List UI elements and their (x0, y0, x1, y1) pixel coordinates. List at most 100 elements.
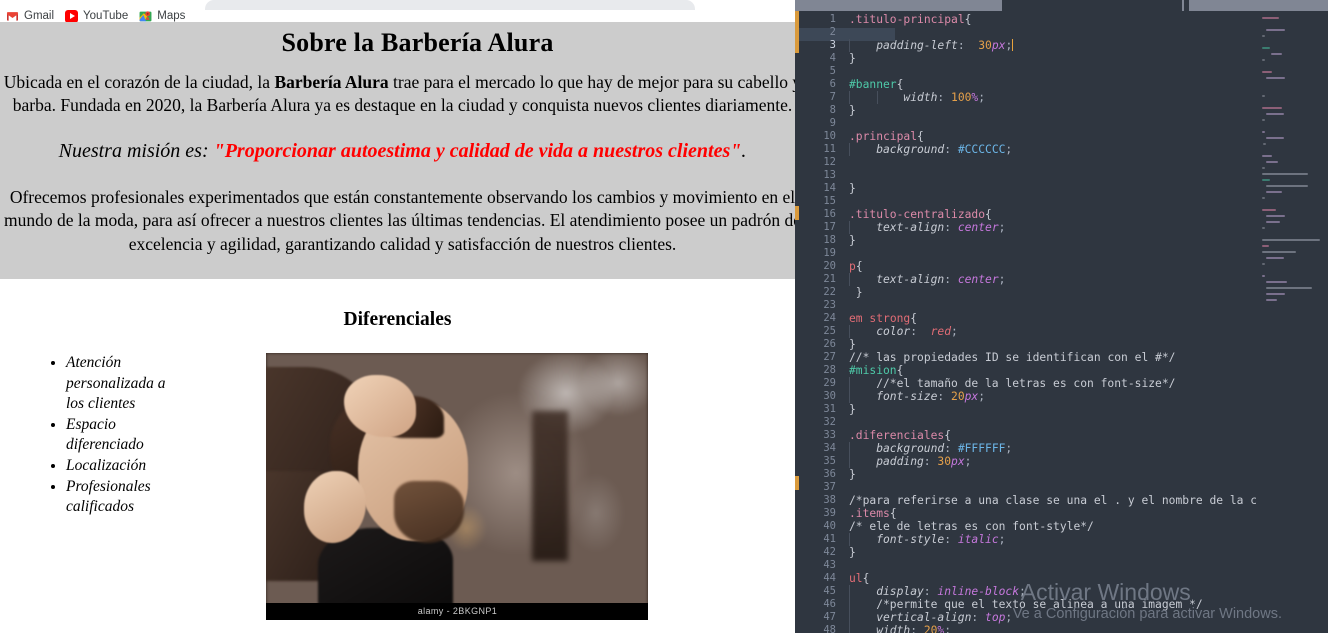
line-number: 21 (823, 273, 836, 285)
code-line[interactable]: vertical-align: top; (845, 611, 1012, 624)
list-item: Profesionales calificados (66, 477, 177, 518)
code-line[interactable]: background: #CCCCCC; (845, 143, 1012, 156)
code-line[interactable] (845, 156, 849, 169)
code-line[interactable]: } (845, 286, 863, 299)
diferenciales-list: Atención personalizada a los clientes Es… (30, 353, 177, 518)
bookmarks-bar[interactable]: Gmail YouTube Maps (0, 9, 795, 23)
line-number: 12 (823, 156, 836, 168)
indent-guide (849, 624, 850, 633)
minimap-line (1262, 227, 1265, 229)
minimap-line (1263, 143, 1267, 145)
code-line[interactable] (845, 26, 849, 39)
code-line[interactable] (845, 299, 849, 312)
bookmark-youtube[interactable]: YouTube (63, 9, 137, 23)
paragraph-mision: Nuestra misión es: "Proporcionar autoest… (0, 138, 795, 165)
code-line[interactable]: //* las propiedades ID se identifican co… (845, 351, 1175, 364)
code-line[interactable]: padding: 30px; (845, 455, 971, 468)
code-line[interactable]: .titulo-centralizado{ (845, 208, 992, 221)
code-line[interactable] (845, 559, 849, 572)
code-line[interactable]: //*el tamaño de la letras es con font-si… (845, 377, 1175, 390)
about-text-lead: Ubicada en el corazón de la ciudad, la (3, 72, 275, 92)
line-number: 13 (823, 169, 836, 181)
minimap-line (1266, 161, 1278, 163)
code-line[interactable]: } (845, 403, 856, 416)
code-line[interactable]: display: inline-block; (845, 585, 1026, 598)
browser-active-tab[interactable] (205, 0, 695, 10)
minimap-line (1270, 53, 1283, 55)
line-number: 46 (823, 598, 836, 610)
section-principal: Sobre la Barbería Alura Ubicada en el co… (0, 22, 795, 279)
bookmark-gmail[interactable]: Gmail (4, 10, 63, 23)
code-line[interactable] (845, 195, 849, 208)
line-number: 47 (823, 611, 836, 623)
code-line[interactable]: em strong{ (845, 312, 917, 325)
minimap-line (1266, 29, 1286, 31)
indent-guide (849, 39, 850, 52)
code-editor-window: 1 2 3 4 5 6 7 8 9 10 11 12 13 14 15 16 17 18 19 20 21 22 23 24 2… (795, 0, 1328, 633)
line-number: 40 (823, 520, 836, 532)
code-line[interactable]: } (845, 234, 856, 247)
editor-minimap[interactable] (1256, 11, 1328, 633)
code-line[interactable]: ul{ (845, 572, 869, 585)
indent-guide (849, 533, 850, 546)
minimap-line (1266, 185, 1309, 187)
minimap-line (1262, 119, 1265, 121)
code-line[interactable]: background: #FFFFFF; (845, 442, 1012, 455)
gmail-icon (6, 10, 19, 23)
maps-icon (139, 10, 152, 23)
code-line[interactable] (845, 481, 849, 494)
code-line[interactable]: p{ (845, 260, 863, 273)
code-line[interactable]: .titulo-principal{ (845, 13, 971, 26)
code-line[interactable]: #banner{ (845, 78, 903, 91)
line-number: 9 (829, 117, 836, 129)
code-line[interactable]: color: red; (845, 325, 958, 338)
bookmark-label: YouTube (83, 10, 129, 22)
code-line[interactable]: } (845, 468, 856, 481)
code-line[interactable]: text-align: center; (845, 221, 1005, 234)
line-number: 3 (829, 39, 836, 51)
code-line[interactable]: } (845, 338, 856, 351)
code-line[interactable]: /* ele de letras es con font-style*/ (845, 520, 1094, 533)
code-line[interactable] (845, 117, 849, 130)
indent-guide (849, 442, 850, 455)
code-line[interactable]: /*para referirse a una clase se una el .… (845, 494, 1298, 507)
code-line[interactable]: } (845, 182, 856, 195)
line-number: 23 (823, 299, 836, 311)
code-line[interactable]: } (845, 546, 856, 559)
code-line[interactable]: font-size: 20px; (845, 390, 985, 403)
code-line[interactable]: text-align: center; (845, 273, 1005, 286)
page-title: Sobre la Barbería Alura (281, 28, 554, 57)
code-line[interactable]: .principal{ (845, 130, 924, 143)
indent-guide (849, 221, 850, 234)
line-number: 17 (823, 221, 836, 233)
bookmark-maps[interactable]: Maps (137, 10, 194, 23)
bookmark-label: Gmail (24, 10, 55, 22)
code-line[interactable] (845, 416, 849, 429)
browser-tab-strip[interactable] (0, 0, 795, 10)
paragraph-about: Ubicada en el corazón de la ciudad, la B… (0, 71, 795, 118)
minimap-line (1266, 299, 1277, 301)
editor-tab-active[interactable] (1002, 0, 1182, 11)
code-line[interactable]: /*permite que el texto se alinea a una i… (845, 598, 1202, 611)
code-line[interactable]: #mision{ (845, 364, 903, 377)
code-line[interactable] (845, 65, 849, 78)
code-line[interactable]: font-style: italic; (845, 533, 1005, 546)
code-line[interactable]: padding-left: 30px; (845, 39, 1014, 52)
line-number: 38 (823, 494, 836, 506)
editor-tab-secondary-inner[interactable] (1189, 0, 1328, 11)
line-number: 35 (823, 455, 836, 467)
code-line[interactable]: .diferenciales{ (845, 429, 951, 442)
minimap-line (1262, 239, 1320, 241)
code-line[interactable] (845, 247, 849, 260)
editor-tab-bar[interactable] (795, 0, 1328, 11)
line-number: 11 (823, 143, 836, 155)
code-line[interactable]: } (845, 104, 856, 117)
line-number: 20 (823, 260, 836, 272)
code-line[interactable] (845, 169, 849, 182)
code-line[interactable]: width: 20%; (845, 624, 951, 633)
code-line[interactable]: } (845, 52, 856, 65)
diferenciales-title: Diferenciales (343, 308, 452, 330)
code-line[interactable]: .items{ (845, 507, 897, 520)
mision-period: . (741, 139, 747, 162)
code-line[interactable]: width: 100%; (845, 91, 985, 104)
